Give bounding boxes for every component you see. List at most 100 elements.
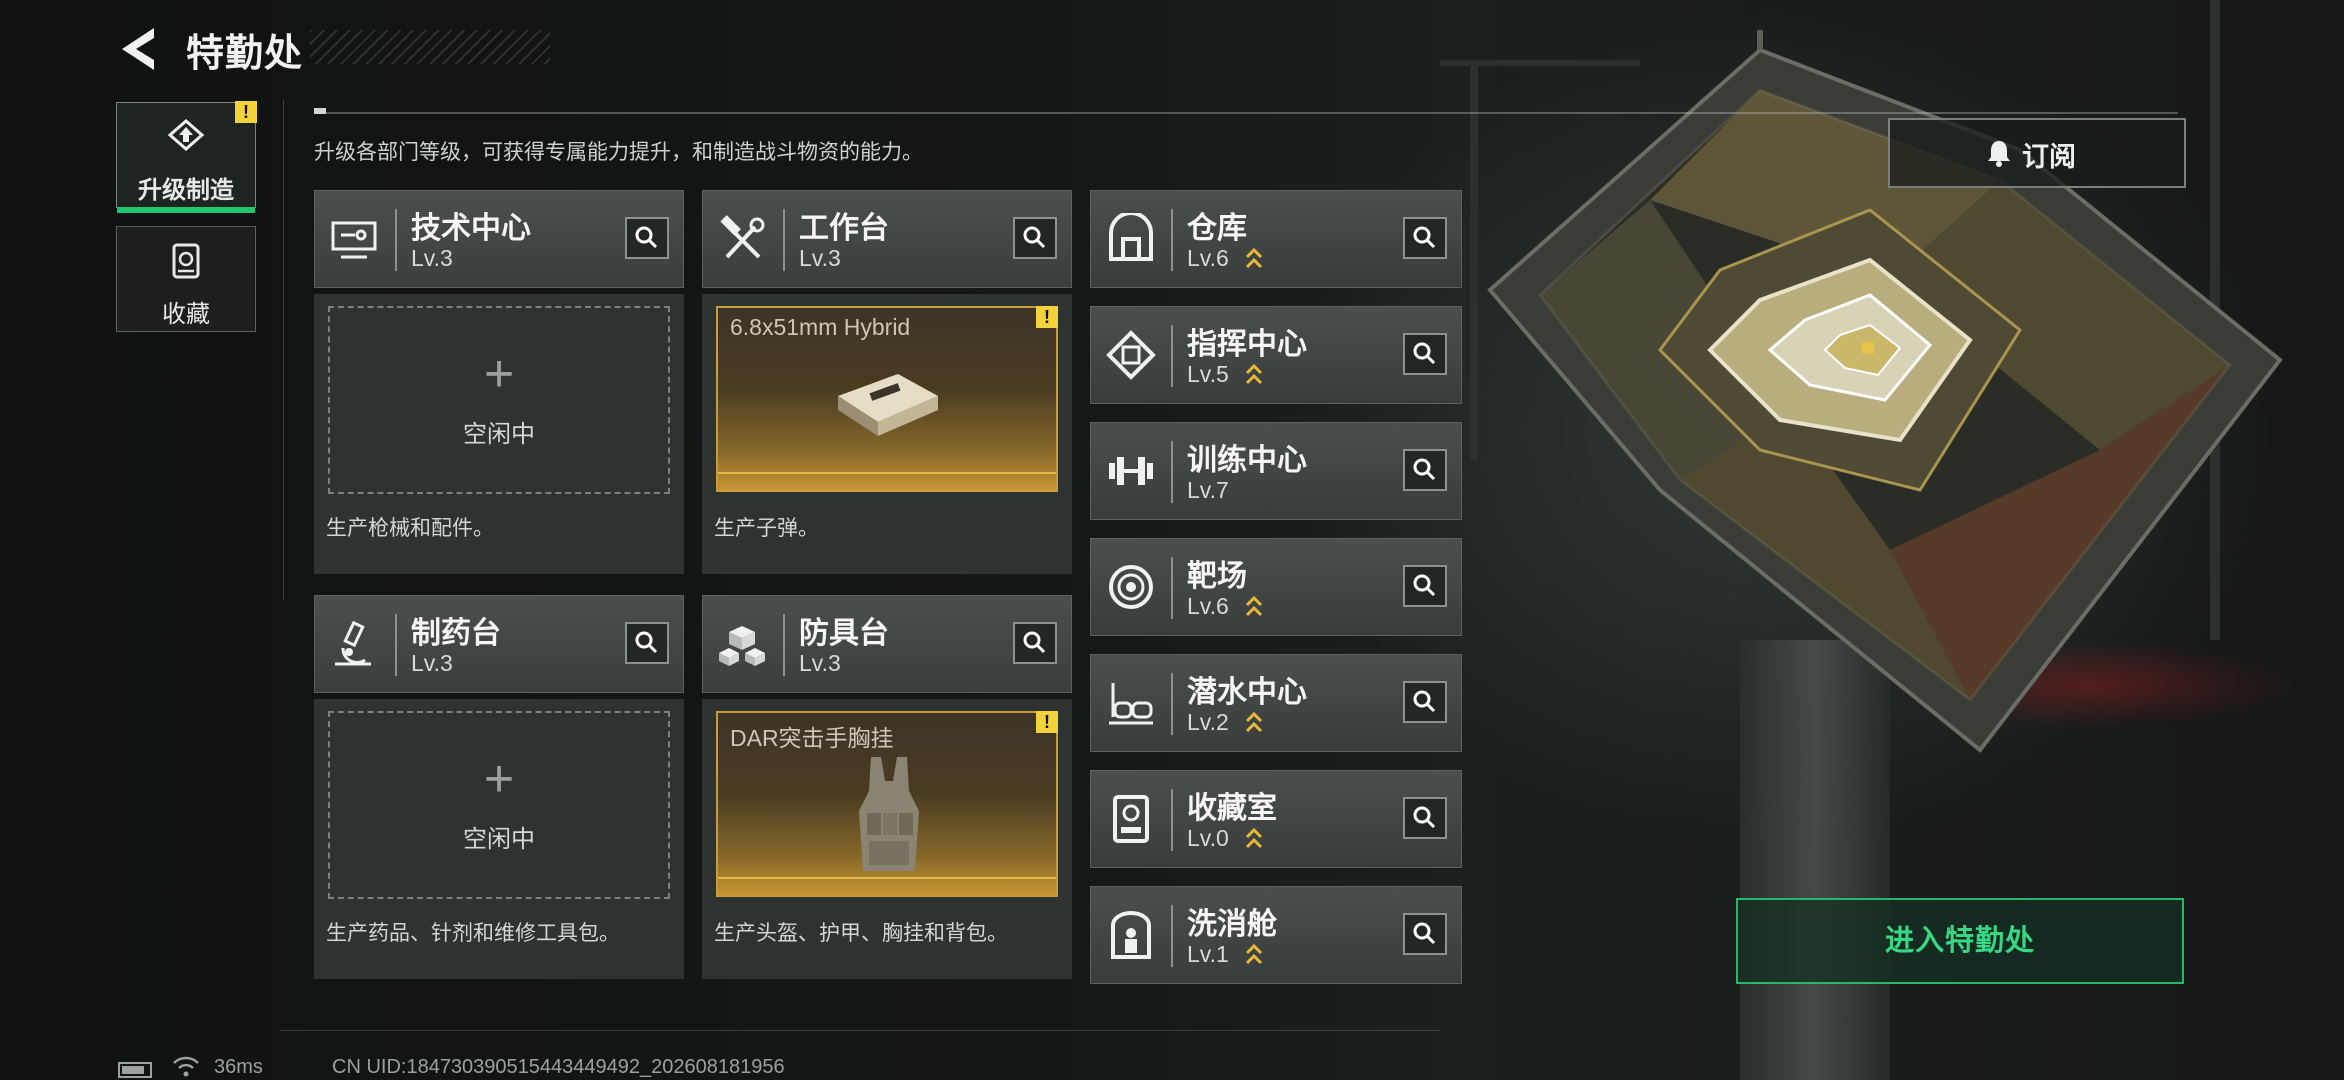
header-separator: [395, 209, 397, 271]
uid-readout: CN UID:18473039051544344949​2_2026081819…: [332, 1056, 785, 1078]
facility-diving-center[interactable]: 潜水中心 Lv.2: [1090, 654, 1462, 752]
trophy-case-icon: [1113, 795, 1149, 843]
tab-upgrade-craft[interactable]: 升级制造 !: [116, 101, 257, 213]
production-slot[interactable]: DAR突击手胸挂 !: [716, 711, 1058, 897]
progress-line: [718, 472, 1056, 474]
search-icon: [1413, 226, 1436, 249]
search-icon: [1413, 574, 1436, 597]
idle-slot[interactable]: + 空闲中: [328, 306, 670, 494]
plus-icon: +: [483, 750, 515, 808]
search-icon: [1413, 690, 1436, 713]
facility-collection-room[interactable]: 收藏室 Lv.0: [1090, 770, 1462, 868]
facility-warehouse[interactable]: 仓库 Lv.6: [1090, 190, 1462, 288]
hammer-wrench-icon: [720, 215, 765, 259]
header-separator: [1171, 441, 1173, 503]
facility-shooting-range[interactable]: 靶场 Lv.6: [1090, 538, 1462, 636]
dumbbell-icon: [1109, 457, 1153, 485]
facility-name: 洗消舱: [1187, 908, 1277, 941]
workstation-header[interactable]: 防具台 Lv.3: [702, 595, 1072, 693]
workstation-description: 生产药品、针剂和维修工具包。: [326, 922, 620, 945]
inspect-button[interactable]: [1403, 565, 1447, 607]
diving-mask-icon: [1109, 683, 1153, 725]
monitor-icon: [331, 221, 377, 259]
back-arrow-icon[interactable]: [118, 24, 162, 74]
tab-label: 收藏: [162, 301, 210, 328]
facility-command-center[interactable]: 指挥中心 Lv.5: [1090, 306, 1462, 404]
slot-status: 空闲中: [463, 826, 535, 853]
plus-icon: +: [483, 345, 515, 403]
facility-level: Lv.2: [1187, 709, 1229, 735]
facility-decon-chamber[interactable]: 洗消舱 Lv.1: [1090, 886, 1462, 984]
workstation-body[interactable]: DAR突击手胸挂 ! 生产头盔、护甲、胸挂和背包。: [702, 699, 1072, 979]
bottom-divider: [280, 1030, 1440, 1031]
title-decoration-stripe: [310, 30, 550, 64]
upgrade-available-icon: [1245, 943, 1263, 965]
chest-rig-icon: [859, 757, 919, 871]
active-tab-indicator: [117, 207, 255, 213]
blocks-icon: [719, 626, 765, 666]
workstation-header[interactable]: 技术中心 Lv.3: [314, 190, 684, 288]
workstation-name: 防具台: [799, 617, 889, 650]
upgrade-available-icon: [1245, 247, 1263, 269]
page-title: 特勤处: [186, 33, 304, 75]
inspect-button[interactable]: [625, 622, 669, 664]
facility-name: 收藏室: [1187, 792, 1277, 825]
tab-collection[interactable]: 收藏: [116, 226, 256, 332]
divider-tick: [314, 108, 326, 114]
production-slot[interactable]: 6.8x51mm Hybrid !: [716, 306, 1058, 492]
enter-special-ops-button[interactable]: 进入特勤处: [1736, 898, 2184, 984]
top-divider: [314, 112, 2178, 114]
facility-training-center[interactable]: 训练中心 Lv.7: [1090, 422, 1462, 520]
subscribe-label: 订阅: [2022, 142, 2076, 172]
workstation-level: Lv.3: [799, 245, 841, 271]
facility-level: Lv.6: [1187, 593, 1229, 619]
upgrade-available-icon: [1245, 595, 1263, 617]
workstation-name: 工作台: [799, 212, 889, 245]
search-icon: [635, 226, 658, 249]
product-name: DAR突击手胸挂: [730, 725, 894, 751]
decon-chamber-icon: [1111, 911, 1151, 959]
warehouse-icon: [1109, 213, 1153, 261]
header-separator: [1171, 325, 1173, 387]
workstation-description: 生产子弹。: [714, 517, 819, 540]
workstation-body[interactable]: 6.8x51mm Hybrid ! 生产子弹。: [702, 294, 1072, 574]
product-name: 6.8x51mm Hybrid: [730, 314, 911, 340]
inspect-button[interactable]: [1403, 797, 1447, 839]
ping-readout: 36ms: [214, 1056, 263, 1078]
workstation-description: 生产头盔、护甲、胸挂和背包。: [714, 922, 1008, 945]
wifi-icon: [173, 1056, 199, 1077]
inspect-button[interactable]: [1403, 333, 1447, 375]
subscribe-button[interactable]: 订阅: [1888, 118, 2186, 188]
inspect-button[interactable]: [1403, 449, 1447, 491]
header-separator: [1171, 673, 1173, 735]
inspect-button[interactable]: [1013, 622, 1057, 664]
facility-level: Lv.1: [1187, 941, 1229, 967]
upgrade-available-icon: [1245, 711, 1263, 733]
upgrade-available-icon: [1245, 363, 1263, 385]
header-separator: [395, 614, 397, 676]
workstation-level: Lv.3: [411, 650, 453, 676]
left-divider: [283, 100, 284, 600]
inspect-button[interactable]: [1403, 681, 1447, 723]
facility-name: 训练中心: [1187, 444, 1307, 477]
enter-button-label: 进入特勤处: [1884, 925, 2035, 957]
inspect-button[interactable]: [625, 217, 669, 259]
workstation-header[interactable]: 制药台 Lv.3: [314, 595, 684, 693]
inspect-button[interactable]: [1403, 913, 1447, 955]
search-icon: [1023, 631, 1046, 654]
facility-name: 靶场: [1187, 560, 1247, 593]
facility-name: 指挥中心: [1187, 328, 1307, 361]
facility-level: Lv.5: [1187, 361, 1229, 387]
facility-level: Lv.7: [1187, 477, 1229, 503]
workstation-body[interactable]: + 空闲中 生产枪械和配件。: [314, 294, 684, 574]
workstation-body[interactable]: + 空闲中 生产药品、针剂和维修工具包。: [314, 699, 684, 979]
progress-line: [718, 877, 1056, 879]
upgrade-diamond-icon: [167, 119, 205, 151]
idle-slot[interactable]: + 空闲中: [328, 711, 670, 899]
search-icon: [1023, 226, 1046, 249]
workstation-header[interactable]: 工作台 Lv.3: [702, 190, 1072, 288]
inspect-button[interactable]: [1403, 217, 1447, 259]
workstation-level: Lv.3: [411, 245, 453, 271]
ammo-box-icon: [838, 374, 938, 436]
inspect-button[interactable]: [1013, 217, 1057, 259]
